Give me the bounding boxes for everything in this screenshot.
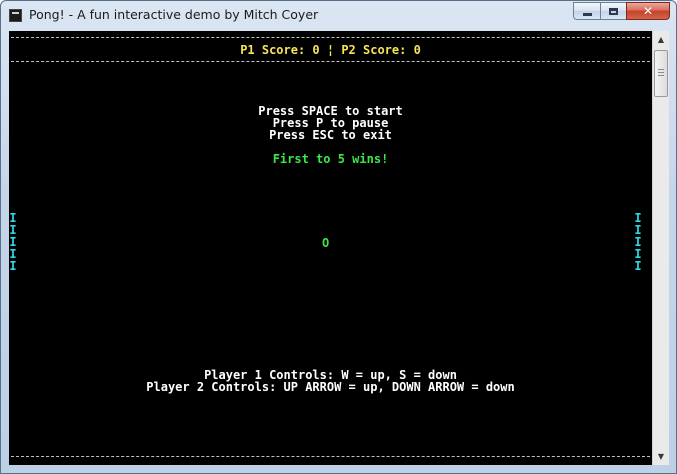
grip-line [658, 69, 664, 70]
left-paddle: I I I I I [9, 212, 17, 272]
maximize-icon [609, 7, 618, 15]
chevron-down-icon: ▼ [657, 452, 665, 461]
scoreboard: P1 Score: 0 ¦ P2 Score: 0 [240, 43, 421, 57]
chevron-up-icon: ▲ [657, 35, 665, 44]
instruction-exit: Press ESC to exit [269, 128, 392, 142]
app-window: Pong! - A fun interactive demo by Mitch … [0, 0, 677, 474]
maximize-button[interactable] [600, 2, 626, 20]
paddle-segment: I [9, 259, 17, 273]
vertical-scrollbar[interactable]: ▲ ▼ [652, 31, 669, 465]
minimize-icon [582, 12, 592, 16]
score-divider [11, 61, 650, 62]
scroll-up-button[interactable]: ▲ [653, 31, 669, 48]
close-button[interactable]: ✕ [626, 2, 670, 20]
close-icon: ✕ [642, 4, 654, 18]
scroll-down-button[interactable]: ▼ [653, 448, 669, 465]
game-console[interactable]: P1 Score: 0 ¦ P2 Score: 0 Press SPACE to… [9, 31, 652, 465]
paddle-segment: I [634, 259, 642, 273]
caption-buttons: ✕ [573, 2, 670, 21]
grip-line [658, 72, 664, 73]
player2-controls: Player 2 Controls: UP ARROW = up, DOWN A… [146, 380, 515, 394]
bottom-border [11, 456, 650, 457]
ball: O [322, 236, 330, 250]
grip-line [658, 75, 664, 76]
title-bar[interactable]: Pong! - A fun interactive demo by Mitch … [1, 1, 676, 31]
right-paddle: I I I I I [634, 212, 642, 272]
win-condition: First to 5 wins! [272, 152, 389, 166]
minimize-button[interactable] [573, 2, 600, 20]
console-app-icon[interactable] [9, 9, 22, 22]
scrollbar-thumb[interactable] [654, 50, 668, 97]
top-border [11, 37, 650, 38]
window-title: Pong! - A fun interactive demo by Mitch … [29, 7, 319, 22]
